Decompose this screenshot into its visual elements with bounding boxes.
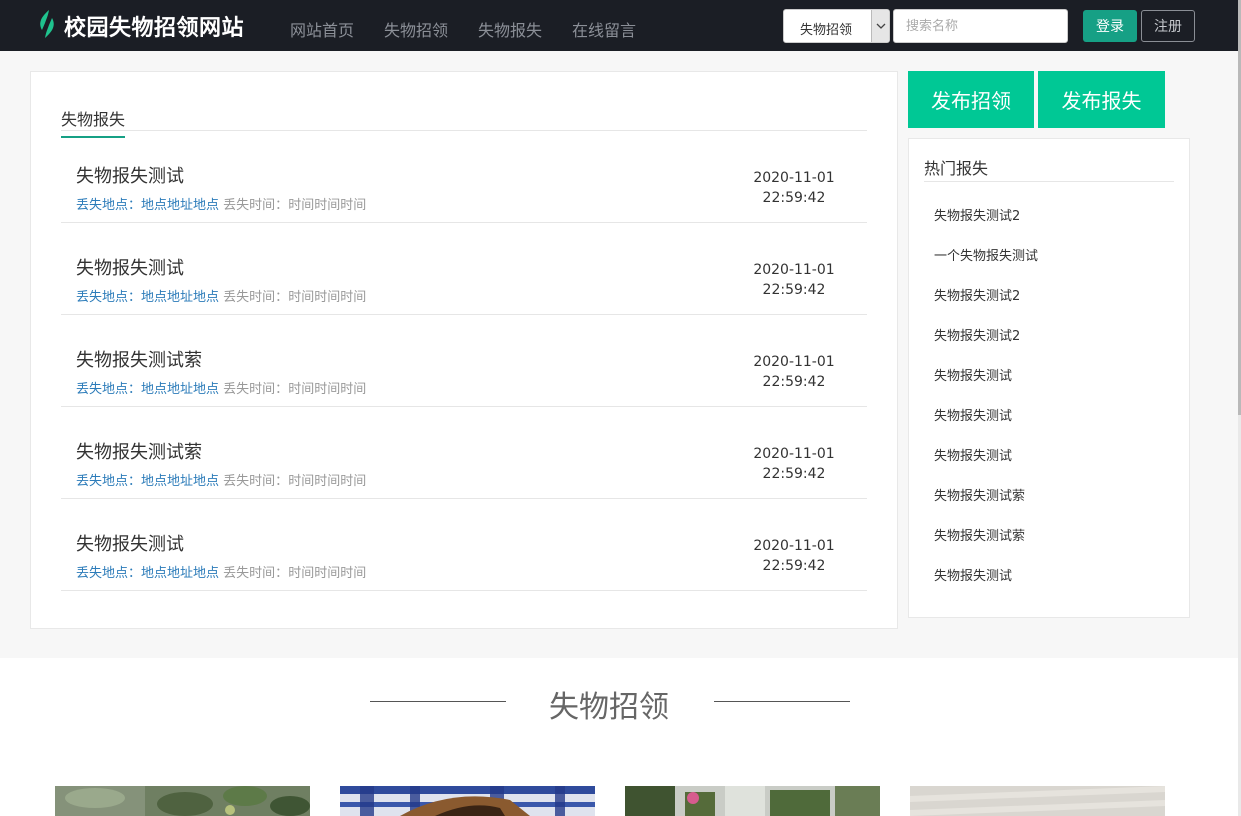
site-logo[interactable]: 校园失物招领网站 (36, 10, 244, 42)
found-item-thumbnail[interactable] (55, 786, 310, 816)
item-date: 2020-11-01 (753, 262, 835, 278)
item-time: 22:59:42 (762, 374, 826, 390)
hot-list-item[interactable]: 失物报失测试 (934, 565, 1012, 584)
nav-found[interactable]: 失物招领 (384, 17, 448, 41)
item-meta: 丢失地点：地点地址地点 丢失时间：时间时间时间 (76, 378, 366, 397)
time-label: 丢失时间： (223, 382, 289, 397)
hot-list-item[interactable]: 失物报失测试萦 (934, 485, 1025, 504)
found-item-thumbnail[interactable] (625, 786, 880, 816)
plant-photo-icon (55, 786, 310, 816)
hot-list-item[interactable]: 失物报失测试2 (934, 285, 1020, 304)
nav-home[interactable]: 网站首页 (290, 17, 354, 41)
place-label: 丢失地点： (76, 382, 142, 397)
list-item[interactable]: 失物报失测试 丢失地点：地点地址地点 丢失时间：时间时间时间 2020-11-0… (61, 223, 867, 315)
time-value: 时间时间时间 (288, 290, 367, 305)
lost-list-panel: 失物报失 失物报失测试 丢失地点：地点地址地点 丢失时间：时间时间时间 2020… (30, 71, 898, 629)
item-date: 2020-11-01 (753, 446, 835, 462)
hot-list-item[interactable]: 失物报失测试2 (934, 325, 1020, 344)
found-item-thumbnail[interactable] (910, 786, 1165, 816)
time-label: 丢失时间： (223, 474, 289, 489)
place-label: 丢失地点： (76, 474, 142, 489)
item-title[interactable]: 失物报失测试 (76, 162, 184, 188)
item-datetime: 2020-11-01 22:59:42 (749, 536, 839, 576)
register-button[interactable]: 注册 (1141, 10, 1195, 42)
time-value: 时间时间时间 (288, 382, 367, 397)
chevron-down-icon (871, 10, 889, 42)
title-divider-right (714, 701, 850, 702)
place-value: 地点地址地点 (141, 566, 220, 581)
place-value: 地点地址地点 (141, 198, 220, 213)
login-button[interactable]: 登录 (1083, 10, 1137, 42)
hot-lost-panel: 热门报失 失物报失测试2 一个失物报失测试 失物报失测试2 失物报失测试2 失物… (908, 138, 1190, 618)
item-time: 22:59:42 (762, 466, 826, 482)
found-section-title: 失物招领 (549, 690, 669, 725)
hot-list-item[interactable]: 失物报失测试萦 (934, 525, 1025, 544)
item-datetime: 2020-11-01 22:59:42 (749, 352, 839, 392)
list-item[interactable]: 失物报失测试 丢失地点：地点地址地点 丢失时间：时间时间时间 2020-11-0… (61, 131, 867, 223)
plaid-photo-icon (340, 786, 595, 816)
fabric-photo-icon (910, 786, 1165, 816)
search-category-value: 失物招领 (800, 23, 853, 38)
place-value: 地点地址地点 (141, 290, 220, 305)
item-time: 22:59:42 (762, 282, 826, 298)
time-value: 时间时间时间 (288, 474, 367, 489)
hot-list-item[interactable]: 失物报失测试 (934, 365, 1012, 384)
item-datetime: 2020-11-01 22:59:42 (749, 444, 839, 484)
place-label: 丢失地点： (76, 566, 142, 581)
hot-list-item[interactable]: 失物报失测试 (934, 405, 1012, 424)
item-time: 22:59:42 (762, 558, 826, 574)
place-value: 地点地址地点 (141, 382, 220, 397)
publish-lost-button[interactable]: 发布报失 (1038, 71, 1165, 128)
time-value: 时间时间时间 (288, 566, 367, 581)
site-title: 校园失物招领网站 (64, 16, 245, 41)
item-title[interactable]: 失物报失测试 (76, 254, 184, 280)
item-meta: 丢失地点：地点地址地点 丢失时间：时间时间时间 (76, 286, 366, 305)
item-meta: 丢失地点：地点地址地点 丢失时间：时间时间时间 (76, 562, 366, 581)
item-meta: 丢失地点：地点地址地点 丢失时间：时间时间时间 (76, 470, 366, 489)
item-meta: 丢失地点：地点地址地点 丢失时间：时间时间时间 (76, 194, 366, 213)
item-date: 2020-11-01 (753, 170, 835, 186)
time-label: 丢失时间： (223, 290, 289, 305)
found-item-thumbnail[interactable] (340, 786, 595, 816)
item-datetime: 2020-11-01 22:59:42 (749, 168, 839, 208)
hot-list-item[interactable]: 一个失物报失测试 (934, 245, 1038, 264)
item-datetime: 2020-11-01 22:59:42 (749, 260, 839, 300)
list-item[interactable]: 失物报失测试萦 丢失地点：地点地址地点 丢失时间：时间时间时间 2020-11-… (61, 315, 867, 407)
item-title[interactable]: 失物报失测试 (76, 530, 184, 556)
time-label: 丢失时间： (223, 566, 289, 581)
top-navbar: 校园失物招领网站 网站首页 失物招领 失物报失 在线留言 失物招领 登录 注册 (0, 0, 1241, 51)
list-item[interactable]: 失物报失测试萦 丢失地点：地点地址地点 丢失时间：时间时间时间 2020-11-… (61, 407, 867, 499)
time-value: 时间时间时间 (288, 198, 367, 213)
title-divider-left (370, 701, 506, 702)
item-date: 2020-11-01 (753, 354, 835, 370)
nav-message[interactable]: 在线留言 (572, 17, 636, 41)
publish-found-button[interactable]: 发布招领 (908, 71, 1034, 128)
lost-panel-header: 失物报失 (61, 106, 867, 138)
leaf-logo-icon (36, 9, 58, 43)
item-title[interactable]: 失物报失测试萦 (76, 438, 202, 464)
place-value: 地点地址地点 (141, 474, 220, 489)
list-item[interactable]: 失物报失测试 丢失地点：地点地址地点 丢失时间：时间时间时间 2020-11-0… (61, 499, 867, 591)
hot-panel-title: 热门报失 (924, 155, 1174, 182)
hot-list-item[interactable]: 失物报失测试 (934, 445, 1012, 464)
campus-photo-icon (625, 786, 880, 816)
search-input[interactable] (893, 9, 1068, 43)
time-label: 丢失时间： (223, 198, 289, 213)
nav-lost[interactable]: 失物报失 (478, 17, 542, 41)
place-label: 丢失地点： (76, 290, 142, 305)
found-items-section: 失物招领 (0, 658, 1238, 816)
item-time: 22:59:42 (762, 190, 826, 206)
item-title[interactable]: 失物报失测试萦 (76, 346, 202, 372)
search-category-select[interactable]: 失物招领 (783, 9, 890, 43)
item-date: 2020-11-01 (753, 538, 835, 554)
hot-list-item[interactable]: 失物报失测试2 (934, 205, 1020, 224)
place-label: 丢失地点： (76, 198, 142, 213)
